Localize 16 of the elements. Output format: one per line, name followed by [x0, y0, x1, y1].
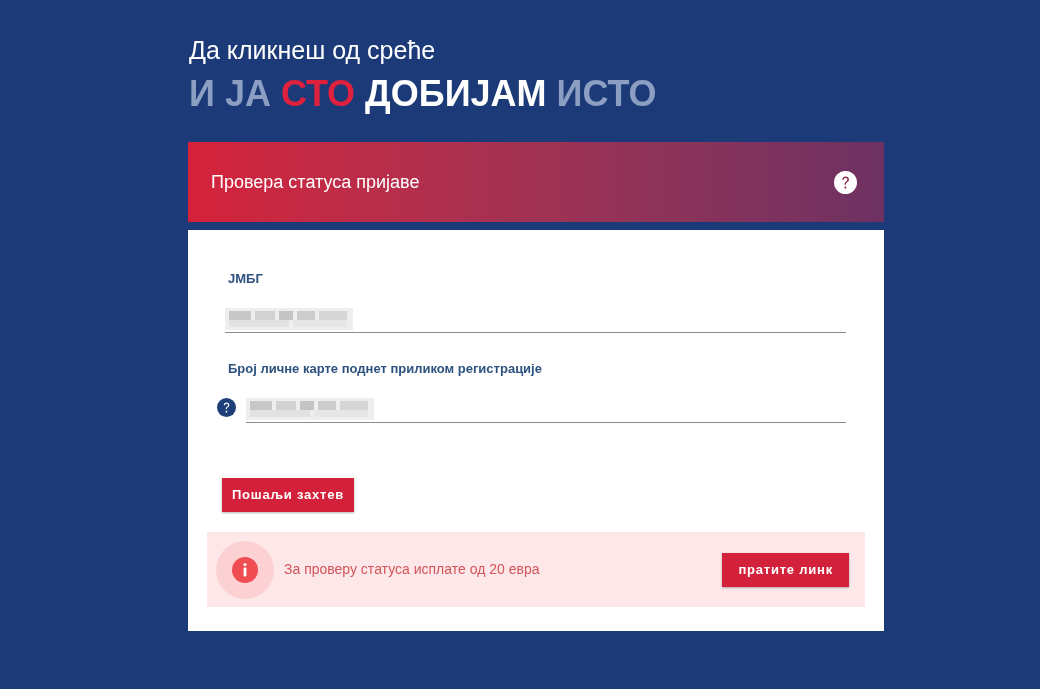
field-label: ЈМБГ [228, 271, 263, 287]
headline-word: СТО [280, 72, 356, 116]
headline-word: ИСТО [556, 72, 657, 116]
info-icon [216, 540, 274, 599]
intro-heading: Да кликнеш од среће [188, 35, 436, 66]
panel-title: Провера статуса пријаве [211, 170, 420, 194]
input-field[interactable] [246, 395, 846, 423]
help-icon[interactable] [834, 170, 857, 194]
field-label: Број личне карте поднет приликом регистрације [228, 361, 542, 377]
notice-text: За проверу статуса исплате од 20 евра [284, 560, 541, 579]
help-icon[interactable] [217, 398, 236, 417]
follow-link-button[interactable]: пратите линк [722, 552, 849, 587]
headline-word: ДОБИЈАМ [365, 72, 547, 116]
input-field[interactable] [225, 305, 846, 333]
submit-button[interactable]: Пошаљи захтев [222, 478, 355, 512]
headline-word: И ЈА [189, 72, 271, 116]
